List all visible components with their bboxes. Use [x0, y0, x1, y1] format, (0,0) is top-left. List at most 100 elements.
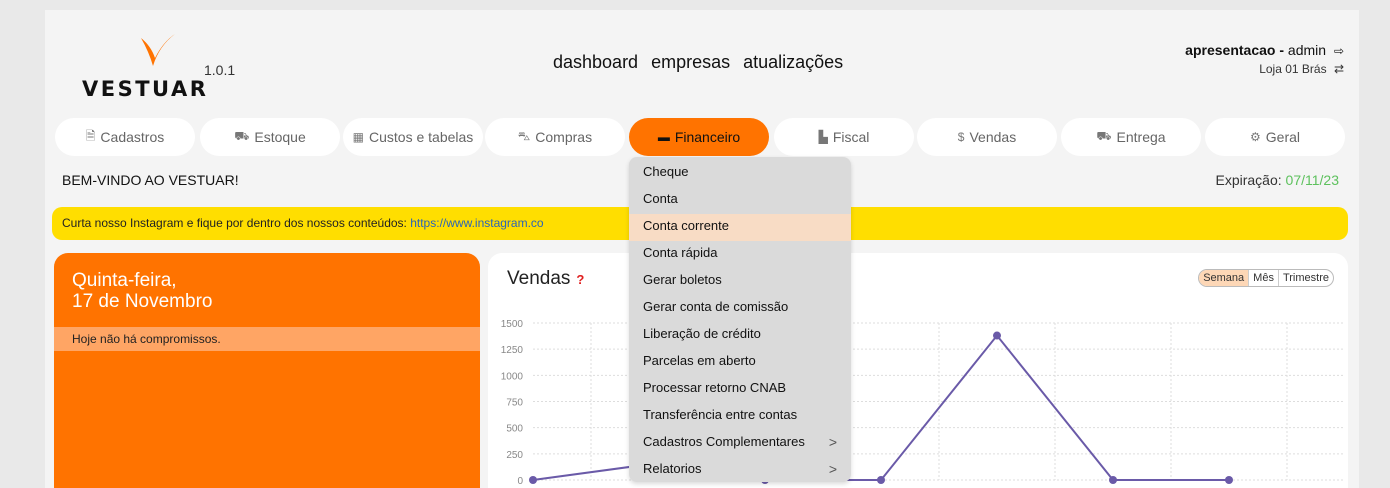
- nav-atualizacoes[interactable]: atualizações: [743, 52, 843, 73]
- dropdown-item[interactable]: Conta: [629, 187, 851, 214]
- menu-entrega[interactable]: ⛟ Entrega: [1061, 118, 1201, 156]
- chart-title-text: Vendas: [507, 268, 571, 289]
- day-title: Quinta-feira, 17 de Novembro: [72, 270, 212, 312]
- sign-out-icon[interactable]: ⇨: [1334, 44, 1344, 58]
- nav-empresas[interactable]: empresas: [651, 52, 730, 73]
- menu-label: Vendas: [969, 129, 1017, 145]
- file-icon: 🗎: [85, 128, 96, 143]
- dropdown-item-label: Processar retorno CNAB: [643, 380, 787, 395]
- data-point[interactable]: [877, 476, 885, 484]
- retweet-icon[interactable]: ⇄: [1334, 62, 1344, 76]
- dropdown-item[interactable]: Cadastros Complementares >: [629, 430, 851, 457]
- menu-compras[interactable]: ⛍ Compras: [485, 118, 625, 156]
- menu-label: Cadastros: [100, 129, 165, 145]
- dropdown-item-label: Liberação de crédito: [643, 326, 761, 341]
- logo-mark-icon: [141, 34, 175, 66]
- dropdown-item[interactable]: Liberação de crédito: [629, 322, 851, 349]
- expiration: Expiração: 07/11/23: [1215, 172, 1339, 188]
- instagram-link[interactable]: https://www.instagram.co: [410, 216, 543, 230]
- menu-label: Financeiro: [674, 129, 741, 145]
- dropdown-item-label: Conta corrente: [643, 218, 729, 233]
- y-tick-label: 250: [506, 450, 523, 461]
- help-icon[interactable]: ?: [576, 272, 584, 287]
- version-label: 1.0.1: [204, 62, 236, 78]
- y-tick-label: 1250: [501, 345, 524, 356]
- weekday: Quinta-feira,: [72, 270, 177, 291]
- dropdown-item-label: Relatorios: [643, 461, 702, 476]
- dropdown-item-label: Transferência entre contas: [643, 407, 798, 422]
- y-tick-label: 1000: [501, 371, 524, 382]
- period-selector: Semana Mês Trimestre: [1198, 269, 1334, 287]
- period-semana[interactable]: Semana: [1199, 270, 1249, 286]
- dropdown-item-label: Conta: [643, 191, 678, 206]
- file-icon: ▙: [818, 130, 828, 144]
- dropdown-item[interactable]: Gerar conta de comissão: [629, 295, 851, 322]
- banner-text: Curta nosso Instagram e fique por dentro…: [62, 216, 411, 230]
- dollar-icon: $: [957, 130, 965, 144]
- y-tick-label: 1500: [501, 319, 524, 330]
- menu-cadastros[interactable]: 🗎 Cadastros: [55, 118, 195, 156]
- menu-estoque[interactable]: ⛟ Estoque: [200, 118, 340, 156]
- menu-custos-e-tabelas[interactable]: ▦ Custos e tabelas: [343, 118, 483, 156]
- financeiro-dropdown: Cheque Conta Conta corrente Conta rápida Ger…: [629, 157, 851, 482]
- data-point[interactable]: [529, 476, 537, 484]
- main-menu: 🗎 Cadastros ⛟ Estoque ▦ Custos e tabelas ⛍ C…: [55, 118, 1349, 160]
- truck-icon: ⛟: [234, 129, 250, 143]
- dropdown-item-label: Cheque: [643, 164, 689, 179]
- dropdown-item-label: Conta rápida: [643, 245, 718, 260]
- store-name: Loja 01 Brás: [1259, 62, 1327, 76]
- menu-label: Geral: [1265, 129, 1300, 145]
- welcome-text: BEM-VINDO AO VESTUAR!: [62, 172, 239, 188]
- cart-icon: ⛍: [517, 129, 531, 143]
- logo-text: VESTUAR: [82, 77, 209, 101]
- dropdown-item[interactable]: Transferência entre contas: [629, 403, 851, 430]
- menu-label: Estoque: [254, 129, 306, 145]
- date: 17 de Novembro: [72, 291, 213, 312]
- top-navigation: dashboard empresas atualizações: [553, 52, 843, 73]
- menu-label: Compras: [535, 129, 593, 145]
- y-tick-label: 750: [506, 398, 523, 409]
- truck-icon: ⛟: [1096, 129, 1112, 143]
- data-point[interactable]: [993, 331, 1001, 340]
- dropdown-item[interactable]: Parcelas em aberto: [629, 349, 851, 376]
- expiration-date: 07/11/23: [1285, 172, 1339, 188]
- dropdown-item[interactable]: Conta rápida: [629, 241, 851, 268]
- dropdown-item-label: Gerar boletos: [643, 272, 722, 287]
- user-box: apresentacao - admin ⇨ Loja 01 Brás ⇄: [1185, 42, 1344, 76]
- app-window: VESTUAR 1.0.1 dashboard empresas atualiz…: [45, 10, 1359, 488]
- chevron-right-icon: >: [828, 434, 837, 450]
- menu-vendas[interactable]: $ Vendas: [917, 118, 1057, 156]
- sales-line-chart: 0 250 500 750 1000 1250 1500: [501, 319, 1343, 487]
- menu-label: Custos e tabelas: [369, 129, 474, 145]
- company-name: apresentacao: [1185, 42, 1276, 58]
- dropdown-item[interactable]: Processar retorno CNAB: [629, 376, 851, 403]
- day-card: Quinta-feira, 17 de Novembro Hoje não há…: [54, 253, 480, 488]
- period-mes[interactable]: Mês: [1248, 270, 1278, 286]
- dropdown-item-label: Cadastros Complementares: [643, 434, 805, 449]
- user-separator: -: [1279, 42, 1285, 58]
- cogs-icon: ⚙: [1250, 130, 1261, 144]
- menu-fiscal[interactable]: ▙ Fiscal: [774, 118, 914, 156]
- dropdown-item-label: Parcelas em aberto: [643, 353, 756, 368]
- menu-financeiro[interactable]: ▬ Financeiro: [629, 118, 769, 156]
- dropdown-item[interactable]: Gerar boletos: [629, 268, 851, 295]
- dropdown-item[interactable]: Relatorios >: [629, 457, 851, 484]
- dropdown-item-label: Gerar conta de comissão: [643, 299, 789, 314]
- menu-label: Entrega: [1116, 129, 1166, 145]
- expiration-label: Expiração:: [1215, 172, 1282, 188]
- nav-dashboard[interactable]: dashboard: [553, 52, 638, 73]
- y-tick-label: 500: [506, 424, 523, 435]
- user-name: admin: [1287, 42, 1327, 58]
- period-trimestre[interactable]: Trimestre: [1277, 270, 1333, 286]
- data-point[interactable]: [1225, 476, 1233, 484]
- data-point[interactable]: [1109, 476, 1117, 484]
- table-icon: ▦: [352, 130, 365, 144]
- sales-chart-card: Vendas? Semana Mês Trimestre 0 250 500 750 1…: [488, 253, 1348, 488]
- dropdown-item[interactable]: Cheque: [629, 160, 851, 187]
- dropdown-item[interactable]: Conta corrente: [629, 214, 851, 241]
- no-appointments-note: Hoje não há compromissos.: [54, 327, 480, 351]
- menu-label: Fiscal: [832, 129, 870, 145]
- y-tick-label: 0: [517, 476, 523, 487]
- menu-geral[interactable]: ⚙ Geral: [1205, 118, 1345, 156]
- chart-title: Vendas?: [507, 268, 584, 290]
